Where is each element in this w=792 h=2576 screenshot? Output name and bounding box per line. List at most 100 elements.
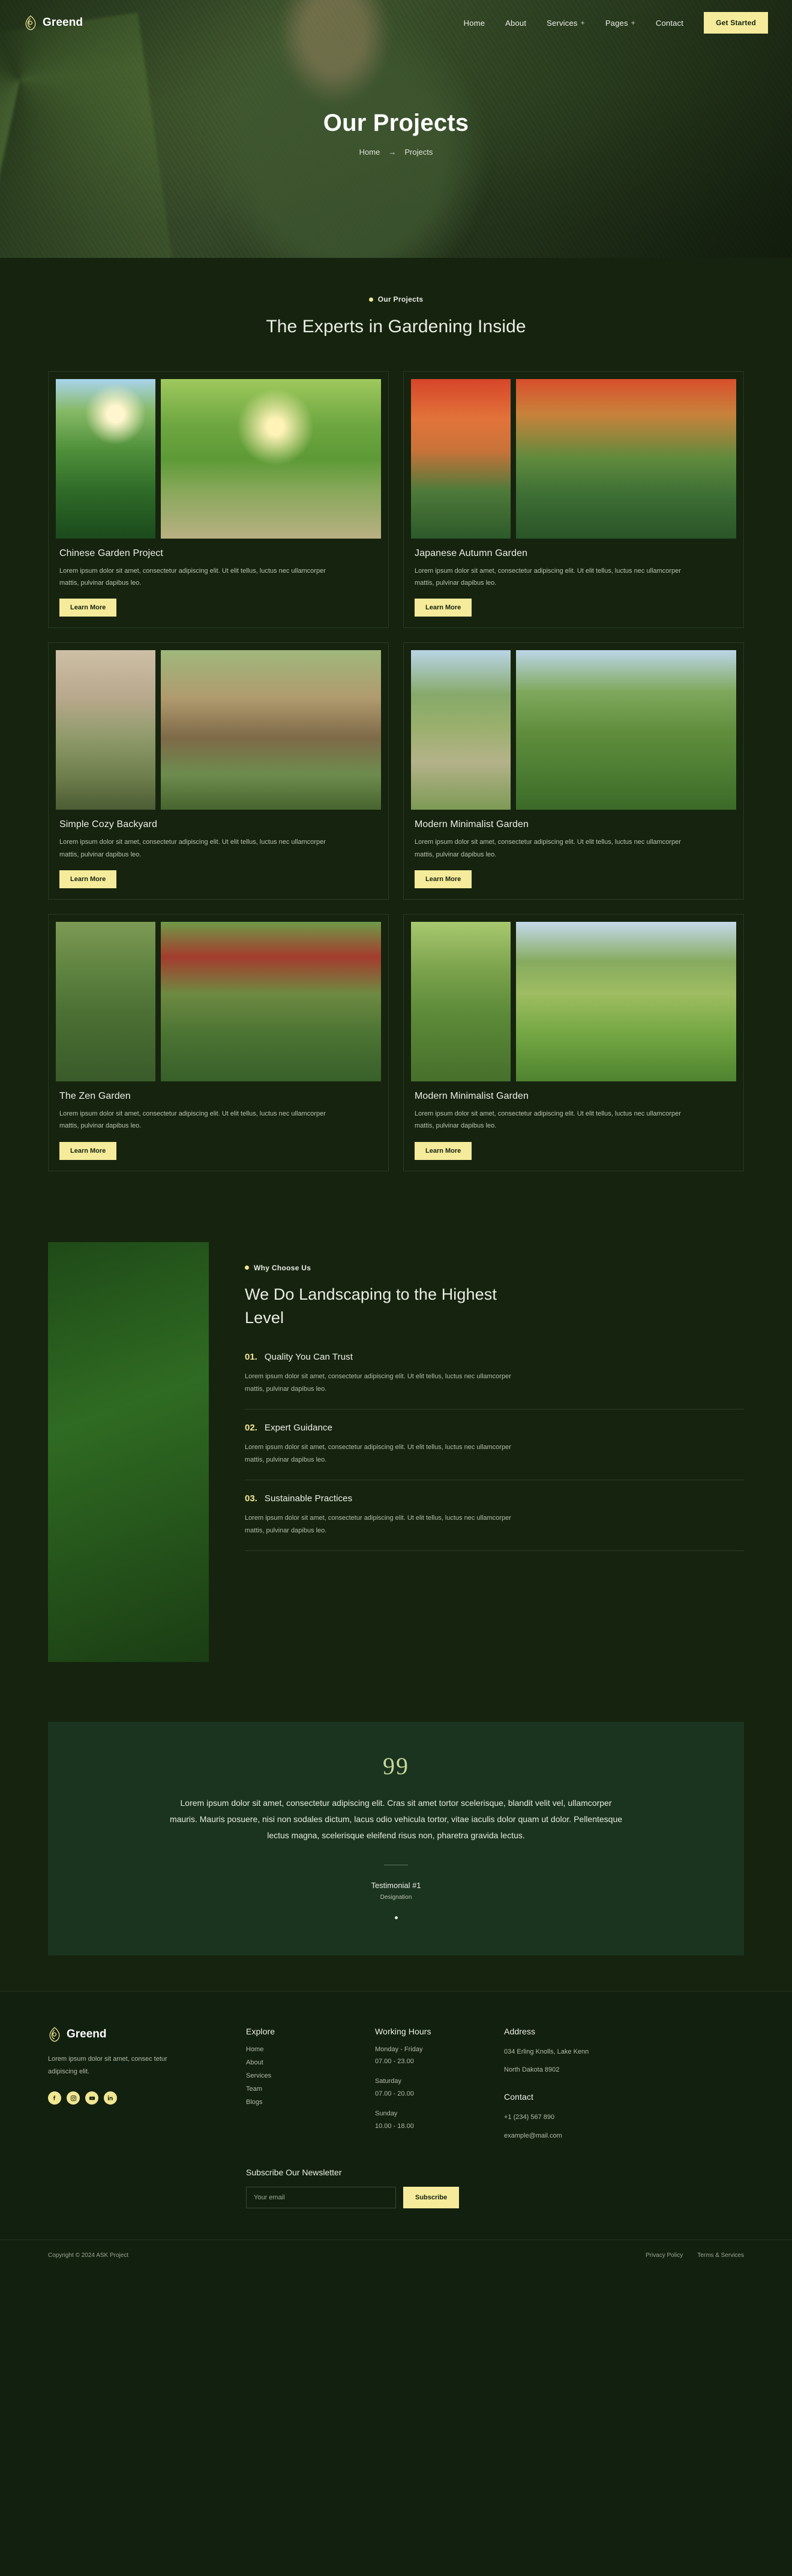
hours-days: Saturday xyxy=(375,2078,402,2085)
hours-row: Saturday 07.00 - 20.00 xyxy=(375,2075,504,2100)
facebook-icon[interactable] xyxy=(48,2091,61,2105)
testimonial-name: Testimonial #1 xyxy=(371,1880,421,1890)
footer-address-lines: 034 Erling Knolls, Lake Kenn North Dakot… xyxy=(504,2046,660,2077)
footer-bottom-bar: Copyright © 2024 ASK Project Privacy Pol… xyxy=(0,2240,792,2271)
nav-item-pages[interactable]: Pages + xyxy=(605,19,635,28)
contact-phone[interactable]: +1 (234) 567 890 xyxy=(504,2111,660,2124)
footer-link-team[interactable]: Team xyxy=(246,2085,375,2093)
project-card[interactable]: Simple Cozy Backyard Lorem ipsum dolor s… xyxy=(48,642,389,900)
breadcrumb-home[interactable]: Home xyxy=(359,148,380,157)
brand-logo[interactable]: Greend xyxy=(24,15,83,31)
nav-item-services[interactable]: Services + xyxy=(547,19,585,28)
leaf-logo-icon xyxy=(48,2027,61,2042)
project-title: Modern Minimalist Garden xyxy=(415,819,529,830)
nav-item-about[interactable]: About xyxy=(505,19,526,28)
why-item-number: 03. xyxy=(245,1493,257,1504)
project-image-left xyxy=(411,378,511,539)
newsletter-email-input[interactable] xyxy=(246,2187,396,2209)
hours-days: Sunday xyxy=(375,2110,398,2118)
learn-more-button[interactable]: Learn More xyxy=(415,870,472,888)
nav-item-label: Contact xyxy=(655,18,684,28)
why-item-body: Lorem ipsum dolor sit amet, consectetur … xyxy=(245,1444,511,1464)
hours-time: 07.00 - 23.00 xyxy=(375,2058,414,2066)
footer-explore-heading: Explore xyxy=(246,2026,275,2036)
address-line-2: North Dakota 8902 xyxy=(504,2066,560,2074)
project-description: Lorem ipsum dolor sit amet, consectetur … xyxy=(59,567,326,587)
footer-address-heading: Address xyxy=(504,2026,536,2036)
project-card[interactable]: Japanese Autumn Garden Lorem ipsum dolor… xyxy=(403,371,744,629)
footer-link-services[interactable]: Services xyxy=(246,2072,375,2079)
brand-name: Greend xyxy=(43,16,83,29)
project-title: Japanese Autumn Garden xyxy=(415,548,528,558)
project-description: Lorem ipsum dolor sit amet, consectetur … xyxy=(415,838,681,858)
footer-brand-logo[interactable]: Greend xyxy=(48,2027,246,2042)
testimonial-card: 99 Lorem ipsum dolor sit amet, consectet… xyxy=(48,1721,744,1955)
instagram-icon[interactable] xyxy=(67,2091,80,2105)
newsletter-block: Subscribe Our Newsletter Subscribe xyxy=(48,2168,744,2209)
learn-more-button[interactable]: Learn More xyxy=(59,1141,117,1160)
project-card[interactable]: Chinese Garden Project Lorem ipsum dolor… xyxy=(48,371,389,629)
project-image-right xyxy=(516,378,736,539)
project-title: Simple Cozy Backyard xyxy=(59,819,157,830)
nav-item-home[interactable]: Home xyxy=(464,19,485,28)
footer-link-blogs[interactable]: Blogs xyxy=(246,2099,375,2106)
hours-days: Monday - Friday xyxy=(375,2045,423,2053)
hours-row: Sunday 10.00 - 18.00 xyxy=(375,2108,504,2133)
bullet-dot-icon xyxy=(368,297,373,302)
carousel-dot-active[interactable] xyxy=(394,1916,398,1919)
footer-explore-links: Home About Services Team Blogs xyxy=(246,2046,375,2106)
address-line-1: 034 Erling Knolls, Lake Kenn xyxy=(504,2048,589,2055)
why-item[interactable]: 03. Sustainable Practices Lorem ipsum do… xyxy=(245,1493,744,1551)
nav-item-label: Home xyxy=(463,18,485,28)
why-item[interactable]: 02. Expert Guidance Lorem ipsum dolor si… xyxy=(245,1423,744,1480)
project-images xyxy=(411,650,736,810)
why-item-number: 01. xyxy=(245,1352,257,1363)
project-card[interactable]: Modern Minimalist Garden Lorem ipsum dol… xyxy=(403,642,744,900)
why-item[interactable]: 01. Quality You Can Trust Lorem ipsum do… xyxy=(245,1352,744,1410)
projects-grid: Chinese Garden Project Lorem ipsum dolor… xyxy=(48,371,744,1171)
project-image-left xyxy=(411,650,511,810)
get-started-button[interactable]: Get Started xyxy=(704,12,768,34)
project-description: Lorem ipsum dolor sit amet, consectetur … xyxy=(415,1110,681,1130)
contact-email[interactable]: example@mail.com xyxy=(504,2130,660,2142)
project-image-right xyxy=(516,921,736,1081)
why-item-label: Expert Guidance xyxy=(264,1423,333,1433)
projects-title: The Experts in Gardening Inside xyxy=(266,317,526,336)
nav-item-label: About xyxy=(505,18,527,28)
project-images xyxy=(411,921,736,1081)
youtube-icon[interactable] xyxy=(85,2091,98,2105)
newsletter-heading: Subscribe Our Newsletter xyxy=(246,2168,342,2178)
learn-more-button[interactable]: Learn More xyxy=(415,1141,472,1160)
project-image-left xyxy=(56,650,155,810)
bullet-dot-icon xyxy=(245,1266,249,1270)
learn-more-button[interactable]: Learn More xyxy=(415,599,472,617)
footer-link-home[interactable]: Home xyxy=(246,2046,375,2053)
footer-link-about[interactable]: About xyxy=(246,2059,375,2066)
learn-more-button[interactable]: Learn More xyxy=(59,870,117,888)
learn-more-button[interactable]: Learn More xyxy=(59,599,117,617)
project-card[interactable]: The Zen Garden Lorem ipsum dolor sit ame… xyxy=(48,913,389,1171)
copyright-text: Copyright © 2024 ASK Project xyxy=(48,2252,129,2259)
project-title: Modern Minimalist Garden xyxy=(415,1090,529,1101)
projects-eyebrow: Our Projects xyxy=(0,295,792,303)
project-image-right xyxy=(161,650,381,810)
project-card[interactable]: Modern Minimalist Garden Lorem ipsum dol… xyxy=(403,913,744,1171)
footer-hours-heading: Working Hours xyxy=(375,2026,431,2036)
why-accordion: 01. Quality You Can Trust Lorem ipsum do… xyxy=(245,1352,744,1551)
hero-banner: Greend Home About Services + Pages + Con… xyxy=(0,0,792,258)
project-image-right xyxy=(161,378,381,539)
footer-description: Lorem ipsum dolor sit amet, consec tetur… xyxy=(48,2055,167,2075)
terms-services-link[interactable]: Terms & Services xyxy=(697,2252,744,2259)
nav-item-contact[interactable]: Contact xyxy=(656,19,683,28)
subscribe-button[interactable]: Subscribe xyxy=(403,2187,460,2209)
plus-icon: + xyxy=(631,19,635,27)
arrow-right-icon: → xyxy=(388,148,397,157)
testimonial-section: 99 Lorem ipsum dolor sit amet, consectet… xyxy=(0,1703,792,1991)
project-image-right xyxy=(516,650,736,810)
privacy-policy-link[interactable]: Privacy Policy xyxy=(646,2252,683,2259)
why-item-body: Lorem ipsum dolor sit amet, consectetur … xyxy=(245,1373,511,1393)
quote-icon: 99 xyxy=(383,1752,409,1780)
linkedin-icon[interactable] xyxy=(104,2091,117,2105)
project-images xyxy=(56,650,381,810)
footer-explore-column: Explore Home About Services Team Blogs xyxy=(246,2027,375,2143)
